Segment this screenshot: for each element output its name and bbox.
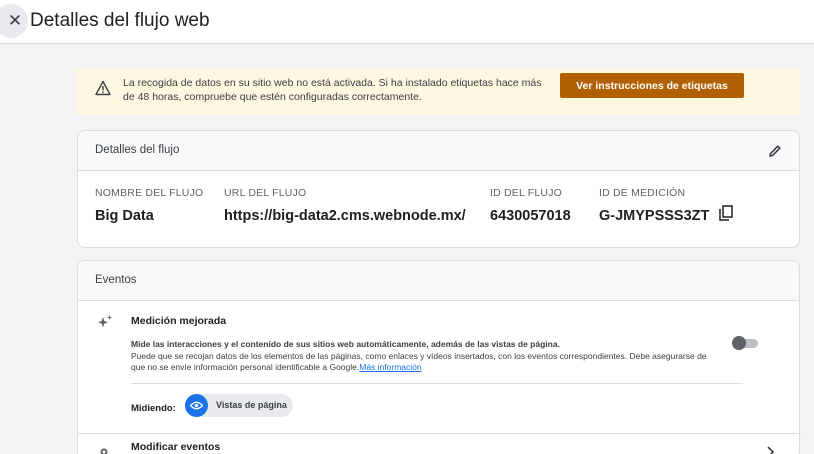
banner-text: La recogida de datos en su sitio web no …: [123, 77, 542, 103]
pencil-icon[interactable]: [767, 143, 783, 159]
field-label: ID DE MEDICIÓN: [599, 187, 686, 199]
events-header: Eventos: [78, 261, 799, 301]
field-stream-id: ID DEL FLUJO 6430057018: [490, 187, 571, 224]
field-stream-url: URL DEL FLUJO https://big-data2.cms.webn…: [224, 187, 466, 224]
page-views-chip[interactable]: Vistas de página: [185, 394, 293, 417]
field-label: NOMBRE DEL FLUJO: [95, 187, 204, 199]
flow-details-title: Detalles del flujo: [95, 144, 180, 156]
warning-banner: La recogida de datos en su sitio web no …: [77, 68, 800, 115]
enhanced-measurement-description: Puede que se recojan datos de los elemen…: [131, 351, 711, 373]
flow-details-header: Detalles del flujo: [78, 131, 799, 171]
field-label: ID DEL FLUJO: [490, 187, 563, 199]
touch-icon: [100, 448, 108, 454]
field-stream-name: NOMBRE DEL FLUJO Big Data: [95, 187, 203, 224]
main-content: La recogida de datos en su sitio web no …: [40, 44, 814, 454]
toggle-knob: [732, 336, 746, 350]
warning-icon: [95, 80, 111, 96]
divider: [131, 383, 743, 384]
field-value: G-JMYPSSS3ZT: [599, 208, 710, 224]
copy-icon[interactable]: [719, 205, 733, 221]
field-value: 6430057018: [490, 208, 571, 224]
enhanced-measurement-title: Medición mejorada: [131, 315, 227, 327]
enhanced-measurement-summary: Mide las interacciones y el contenido de…: [131, 339, 560, 349]
measuring-label: Midiendo:: [131, 403, 176, 414]
top-bar: ✕ Detalles del flujo web: [0, 0, 814, 44]
chevron-right-icon[interactable]: [765, 446, 775, 454]
chip-label: Vistas de página: [216, 400, 287, 410]
enhanced-measurement-toggle[interactable]: [732, 336, 758, 350]
events-card: Eventos Medición mejorada Mide las inter…: [77, 260, 801, 454]
flow-details-card: Detalles del flujo NOMBRE DEL FLUJO Big …: [77, 130, 800, 248]
sparkle-icon: [98, 315, 112, 328]
eye-icon: [185, 394, 208, 417]
field-value: Big Data: [95, 208, 154, 224]
field-value: https://big-data2.cms.webnode.mx/: [224, 208, 466, 224]
divider: [78, 433, 801, 434]
field-measurement-id: ID DE MEDICIÓN G-JMYPSSS3ZT: [599, 187, 709, 224]
close-icon[interactable]: ✕: [0, 4, 28, 38]
events-title: Eventos: [95, 274, 137, 286]
page-title: Detalles del flujo web: [30, 10, 210, 31]
tag-instructions-button[interactable]: Ver instrucciones de etiquetas: [560, 73, 744, 98]
modify-events-title[interactable]: Modificar eventos: [131, 441, 220, 453]
field-label: URL DEL FLUJO: [224, 187, 307, 199]
learn-more-link[interactable]: Más información: [359, 362, 421, 372]
